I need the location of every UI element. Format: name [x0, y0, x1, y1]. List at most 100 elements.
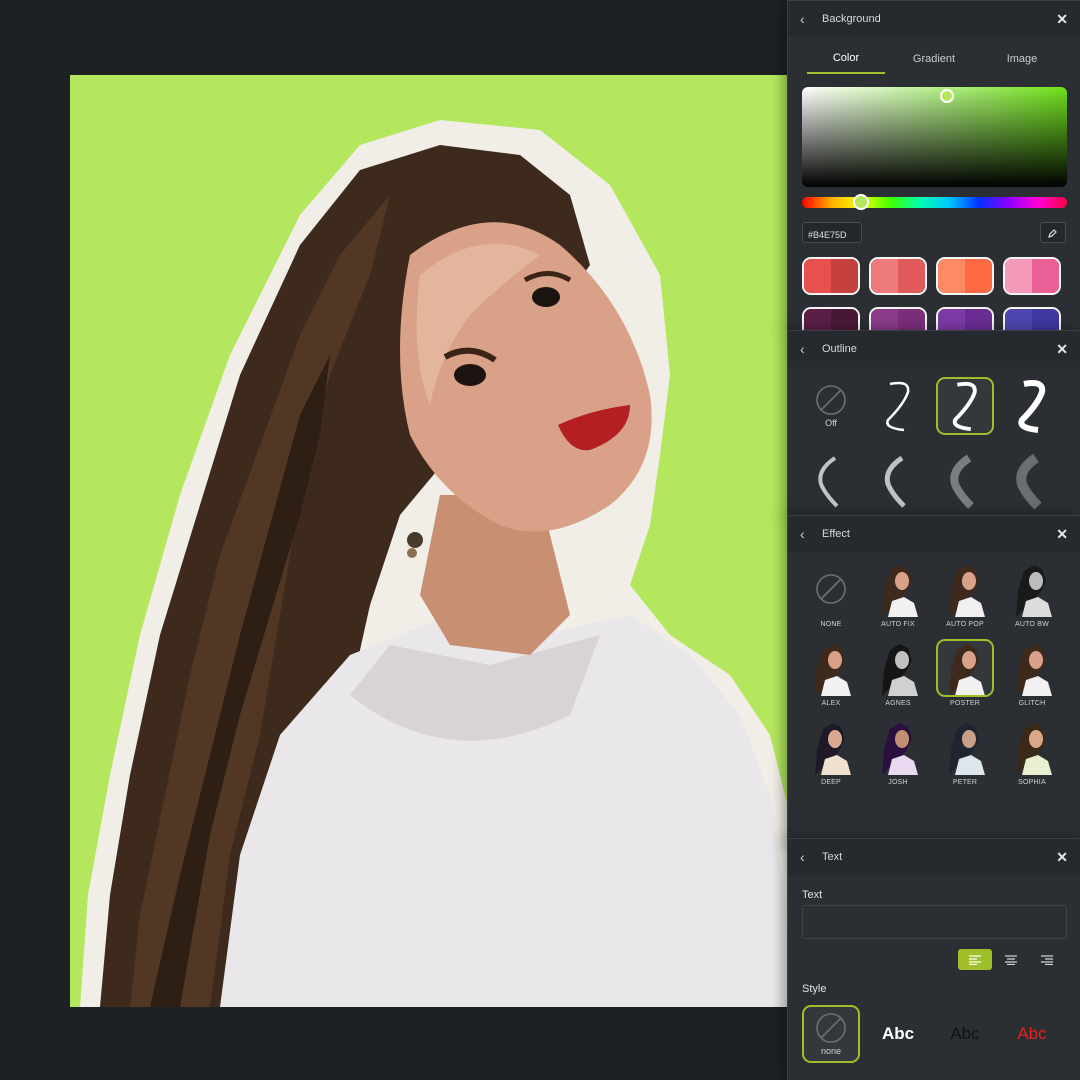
tab-color[interactable]: Color: [807, 44, 885, 74]
outline-soft-2[interactable]: [869, 453, 927, 511]
effect-poster[interactable]: POSTER: [936, 639, 994, 710]
effect-thumbnail: [936, 560, 994, 618]
portrait-thumbnail-icon: [949, 565, 985, 617]
effect-glitch[interactable]: GLITCH: [1003, 639, 1061, 710]
hex-color-field[interactable]: [802, 222, 862, 243]
tab-gradient[interactable]: Gradient: [895, 45, 973, 73]
back-icon[interactable]: ‹: [800, 341, 814, 357]
effect-thumbnail: [1003, 560, 1061, 618]
style-red[interactable]: Abc: [1003, 1005, 1061, 1063]
color-swatch[interactable]: [869, 307, 927, 332]
outline-thin[interactable]: [869, 377, 927, 435]
effect-label: ALEX: [821, 700, 841, 707]
align-left-button[interactable]: [958, 949, 992, 970]
close-icon[interactable]: ✕: [1056, 341, 1068, 358]
effect-label: AUTO POP: [946, 621, 984, 628]
effect-label: AUTO FIX: [881, 621, 915, 628]
hue-slider[interactable]: [802, 197, 1067, 208]
outline-off-label: Off: [825, 418, 837, 428]
editor-stage: ‹ Background ✕ Color Gradient Image ‹ Ou…: [0, 0, 1080, 1080]
style-none-label: none: [820, 1046, 842, 1056]
style-label: Style: [802, 983, 827, 995]
text-style-options: none Abc Abc Abc: [802, 1005, 1067, 1063]
effect-auto-fix[interactable]: AUTO FIX: [869, 560, 927, 631]
outline-panel-header: ‹ Outline ✕: [788, 331, 1080, 367]
outline-soft-icon: [884, 455, 906, 508]
color-swatch[interactable]: [936, 257, 994, 295]
panel-title: Effect: [822, 528, 850, 540]
outline-off[interactable]: Off: [802, 377, 860, 435]
outline-soft-4[interactable]: [1003, 453, 1061, 511]
photo-canvas[interactable]: [70, 75, 800, 1007]
close-icon[interactable]: ✕: [1056, 11, 1068, 28]
swatch-half: [804, 259, 831, 293]
color-swatch[interactable]: [802, 307, 860, 332]
effect-peter[interactable]: PETER: [936, 718, 994, 789]
effect-agnes[interactable]: AGNES: [869, 639, 927, 710]
effect-none[interactable]: NONE: [802, 560, 860, 631]
effect-label: SOPHIA: [1018, 779, 1046, 786]
close-icon[interactable]: ✕: [1056, 849, 1068, 866]
style-none[interactable]: none: [802, 1005, 860, 1063]
effect-auto-pop[interactable]: AUTO POP: [936, 560, 994, 631]
outline-thick[interactable]: [1003, 377, 1061, 435]
saturation-value-picker[interactable]: [802, 87, 1067, 187]
effect-panel: ‹ Effect ✕ NONE AUTO FIX AUTO POP AUTO BW AL…: [787, 515, 1080, 845]
align-center-icon: [1005, 954, 1017, 965]
effect-thumbnail: [869, 560, 927, 618]
effect-auto-bw[interactable]: AUTO BW: [1003, 560, 1061, 631]
outline-panel: ‹ Outline ✕ Off: [787, 330, 1080, 518]
effect-thumbnail: [1003, 718, 1061, 776]
effect-thumbnail: [869, 639, 927, 697]
none-icon: [816, 385, 846, 415]
effect-label: JOSH: [888, 779, 908, 786]
panel-title: Text: [822, 851, 843, 863]
effect-josh[interactable]: JOSH: [869, 718, 927, 789]
style-sample: Abc: [1017, 1024, 1047, 1043]
style-sample: Abc: [881, 1024, 915, 1043]
style-white[interactable]: Abc: [869, 1005, 927, 1063]
background-panel-header: ‹ Background ✕: [788, 1, 1080, 37]
color-swatch[interactable]: [936, 307, 994, 332]
color-picker-handle[interactable]: [940, 89, 954, 103]
back-icon[interactable]: ‹: [800, 849, 814, 865]
portrait-cutout: [80, 120, 800, 1007]
hue-slider-handle[interactable]: [853, 194, 869, 210]
portrait-thumbnail-icon: [815, 644, 851, 696]
portrait-thumbnail-icon: [882, 644, 918, 696]
effect-deep[interactable]: DEEP: [802, 718, 860, 789]
outline-soft-3[interactable]: [936, 453, 994, 511]
swatch-half: [871, 259, 898, 293]
outline-options: Off: [802, 377, 1067, 511]
outline-thin-icon: [886, 381, 910, 432]
color-swatch[interactable]: [1003, 307, 1061, 332]
color-swatches: [802, 257, 1067, 332]
close-icon[interactable]: ✕: [1056, 526, 1068, 543]
swatch-half: [831, 309, 858, 332]
effect-label: GLITCH: [1018, 700, 1046, 707]
effect-alex[interactable]: ALEX: [802, 639, 860, 710]
color-swatch[interactable]: [1003, 257, 1061, 295]
outline-medium[interactable]: [936, 377, 994, 435]
text-input[interactable]: [802, 905, 1067, 939]
eyedropper-button[interactable]: [1040, 222, 1066, 243]
back-icon[interactable]: ‹: [800, 526, 814, 542]
align-left-icon: [969, 954, 981, 965]
style-black[interactable]: Abc: [936, 1005, 994, 1063]
swatch-half: [1032, 309, 1059, 332]
swatch-half: [938, 309, 965, 332]
outline-soft-1[interactable]: [802, 453, 860, 511]
effect-panel-header: ‹ Effect ✕: [788, 516, 1080, 552]
text-panel-header: ‹ Text ✕: [788, 839, 1080, 875]
back-icon[interactable]: ‹: [800, 11, 814, 27]
align-center-button[interactable]: [994, 949, 1028, 970]
effect-label: PETER: [952, 779, 978, 786]
tab-image[interactable]: Image: [983, 45, 1061, 73]
effect-thumbnail: [802, 560, 860, 618]
none-icon: [816, 574, 846, 604]
panel-title: Outline: [822, 343, 857, 355]
color-swatch[interactable]: [869, 257, 927, 295]
color-swatch[interactable]: [802, 257, 860, 295]
effect-sophia[interactable]: SOPHIA: [1003, 718, 1061, 789]
align-right-button[interactable]: [1030, 949, 1064, 970]
